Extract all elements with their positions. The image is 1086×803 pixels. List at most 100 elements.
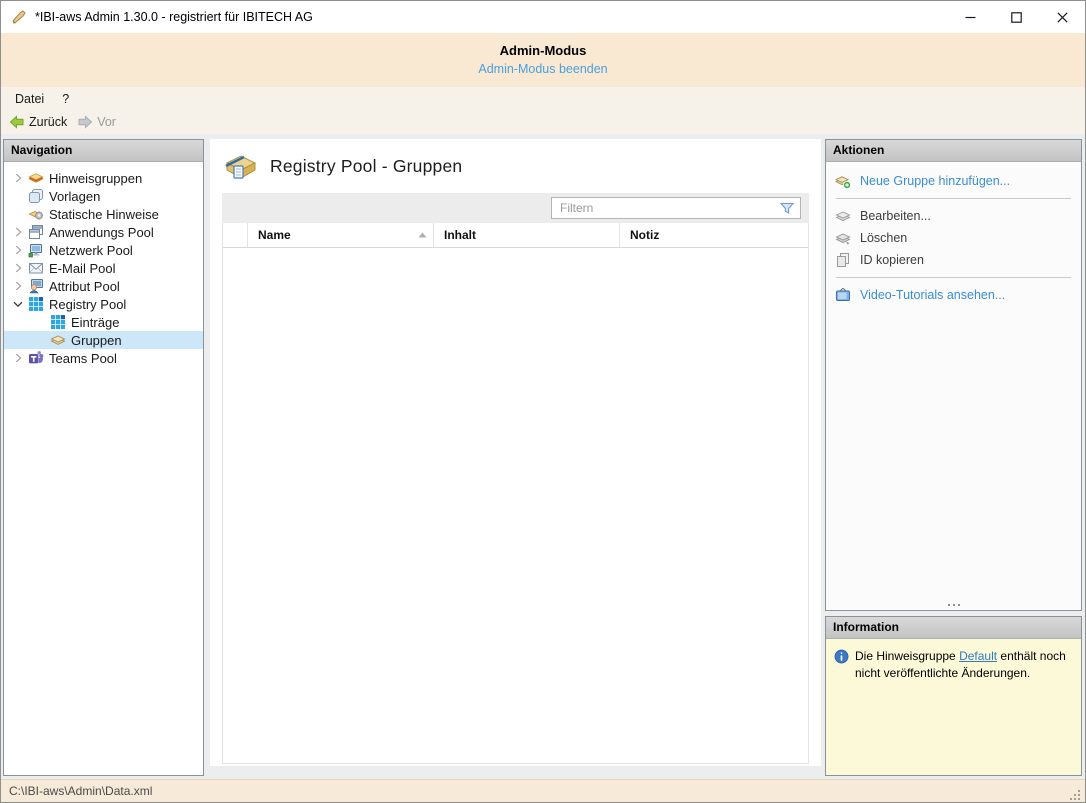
sidebar-item-label: Netzwerk Pool [49, 242, 133, 258]
chevron-placeholder [10, 188, 26, 204]
column-header-inhalt[interactable]: Inhalt [434, 223, 620, 247]
tv-icon [836, 287, 850, 301]
sidebar-item-anwendungs-pool[interactable]: Anwendungs Pool [4, 223, 203, 241]
actions-header: Aktionen [826, 140, 1081, 162]
column-header-label: Notiz [630, 228, 660, 242]
minimize-button[interactable] [947, 1, 993, 33]
admin-mode-banner: Admin-Modus Admin-Modus beenden [1, 33, 1085, 87]
chevron-right-icon[interactable] [10, 224, 26, 240]
app-icon [12, 10, 26, 24]
email-pool-icon [29, 263, 43, 274]
default-group-link[interactable]: Default [959, 649, 997, 663]
sidebar-item-attribut-pool[interactable]: Attribut Pool [4, 277, 203, 295]
actions-list: Neue Gruppe hinzufügen... Bearbeiten... [826, 162, 1081, 314]
actions-separator [836, 277, 1071, 278]
sidebar-item-label: Vorlagen [49, 188, 101, 204]
chevron-right-icon[interactable] [10, 242, 26, 258]
sidebar-item-vorlagen[interactable]: Vorlagen [4, 187, 203, 205]
filter-bar [222, 193, 809, 223]
information-panel: Information Die Hinweisgruppe Default en… [825, 616, 1082, 776]
panel-splitter-handle[interactable] [826, 600, 1081, 610]
application-pool-icon [29, 225, 43, 239]
sidebar-item-registry-pool[interactable]: Registry Pool [4, 295, 203, 313]
navigation-tree: Hinweisgruppen Vorlagen Statische Hinwei… [4, 162, 203, 367]
edit-action[interactable]: Bearbeiten... [835, 205, 1072, 227]
notice-groups-icon [28, 173, 44, 183]
chevron-right-icon[interactable] [10, 170, 26, 186]
data-file-path: C:\IBI-aws\Admin\Data.xml [9, 784, 153, 798]
page-title-row: Registry Pool - Gruppen [210, 139, 821, 193]
forward-button[interactable]: Vor [72, 112, 121, 132]
teams-pool-icon [29, 351, 44, 364]
table-header-row: Name Inhalt Notiz [223, 223, 808, 248]
sidebar-item-label: Registry Pool [49, 296, 127, 312]
chevron-down-icon[interactable] [10, 296, 26, 312]
sidebar-item-label: Hinweisgruppen [49, 170, 143, 186]
add-group-icon [835, 176, 851, 189]
sidebar-item-statische-hinweise[interactable]: Statische Hinweise [4, 205, 203, 223]
window-controls [947, 1, 1085, 33]
registry-groups-page-icon [225, 155, 257, 179]
edit-icon [835, 211, 851, 222]
maximize-button[interactable] [993, 1, 1039, 33]
table-header-rowselector [223, 223, 248, 247]
actions-panel: Aktionen Neue Gruppe hinzufügen... Bearb… [825, 139, 1082, 611]
table-body-empty [223, 248, 808, 763]
chevron-right-icon[interactable] [10, 278, 26, 294]
menu-datei[interactable]: Datei [6, 89, 53, 109]
sidebar-item-label: E-Mail Pool [49, 260, 116, 276]
copy-id-action[interactable]: ID kopieren [835, 249, 1072, 271]
menu-help[interactable]: ? [53, 89, 78, 109]
sidebar-item-label: Attribut Pool [49, 278, 120, 294]
title-bar: *IBI-aws Admin 1.30.0 - registriert für … [1, 1, 1085, 33]
filter-box [551, 197, 801, 219]
groups-table: Name Inhalt Notiz [222, 223, 809, 764]
sidebar-item-label: Gruppen [71, 332, 122, 348]
back-label: Zurück [29, 115, 68, 129]
registry-entries-icon [51, 315, 65, 329]
back-button[interactable]: Zurück [4, 112, 72, 132]
filter-input[interactable] [552, 199, 779, 217]
exit-admin-mode-link[interactable]: Admin-Modus beenden [478, 62, 607, 76]
chevron-placeholder [10, 206, 26, 222]
sidebar-item-eintraege[interactable]: Einträge [4, 313, 203, 331]
sidebar-item-netzwerk-pool[interactable]: Netzwerk Pool [4, 241, 203, 259]
back-arrow-icon [9, 115, 24, 129]
action-label: Neue Gruppe hinzufügen... [860, 174, 1011, 188]
workspace: Navigation Hinweisgruppen Vorlagen Stati… [1, 134, 1085, 781]
information-message: Die Hinweisgruppe Default enthält noch n… [826, 639, 1081, 692]
sidebar-item-gruppen[interactable]: Gruppen [4, 331, 203, 349]
chevron-right-icon[interactable] [10, 260, 26, 276]
delete-action[interactable]: Löschen [835, 227, 1072, 249]
video-tutorials-action[interactable]: Video-Tutorials ansehen... [835, 284, 1072, 306]
navigation-header: Navigation [4, 140, 203, 162]
action-label: Video-Tutorials ansehen... [860, 288, 1006, 302]
templates-icon [29, 189, 43, 203]
sidebar-item-label: Einträge [71, 314, 120, 330]
delete-icon [835, 233, 851, 245]
add-group-action[interactable]: Neue Gruppe hinzufügen... [835, 170, 1072, 192]
forward-label: Vor [97, 115, 116, 129]
chevron-right-icon[interactable] [10, 350, 26, 366]
nav-toolbar: Zurück Vor [1, 110, 1085, 134]
column-header-name[interactable]: Name [248, 223, 434, 247]
maximize-icon [1010, 11, 1022, 23]
attribute-pool-icon [29, 279, 43, 294]
main-content: Registry Pool - Gruppen Name [210, 139, 821, 766]
information-header: Information [826, 617, 1081, 639]
resize-grip[interactable] [1068, 788, 1082, 802]
network-pool-icon [28, 244, 42, 258]
action-label: ID kopieren [860, 253, 924, 267]
actions-separator [836, 198, 1071, 199]
static-notices-icon [28, 211, 44, 220]
window-title: *IBI-aws Admin 1.30.0 - registriert für … [35, 10, 313, 24]
close-icon [1056, 11, 1068, 23]
sidebar-item-email-pool[interactable]: E-Mail Pool [4, 259, 203, 277]
sidebar-item-hinweisgruppen[interactable]: Hinweisgruppen [4, 169, 203, 187]
column-header-notiz[interactable]: Notiz [620, 223, 808, 247]
page-title: Registry Pool - Gruppen [270, 155, 463, 176]
close-button[interactable] [1039, 1, 1085, 33]
sidebar-item-teams-pool[interactable]: Teams Pool [4, 349, 203, 367]
filter-funnel-icon[interactable] [779, 200, 795, 216]
minimize-icon [965, 16, 975, 18]
